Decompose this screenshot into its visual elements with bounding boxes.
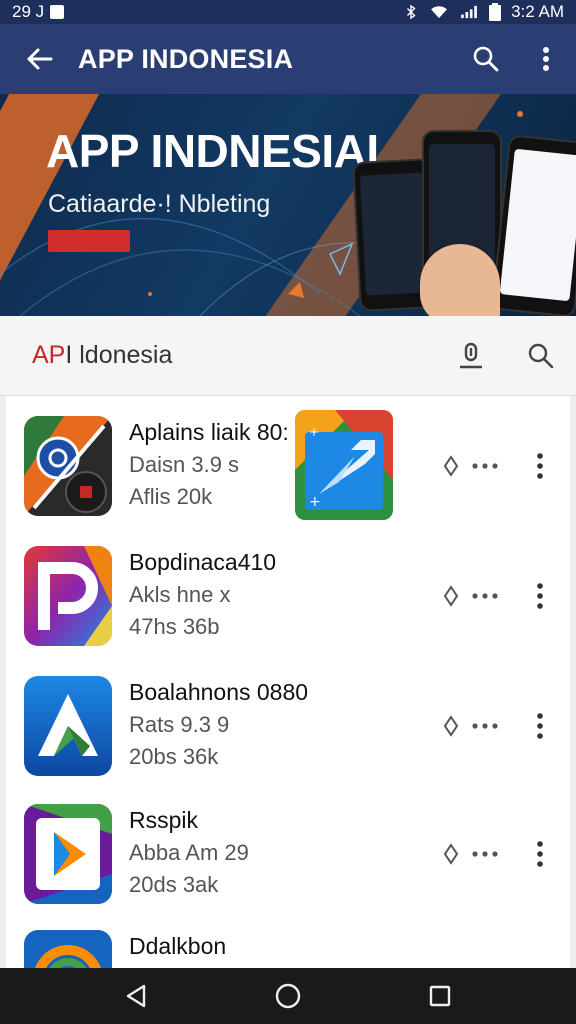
signal-icon [461,5,477,19]
app-downloads: Aflis 20k [129,484,213,509]
status-left-text: 29 J [12,2,45,21]
list-item[interactable]: Bopdinaca410 Akls hne x 47hs 36b [6,526,570,654]
search-icon [528,343,554,368]
wifi-icon [431,6,447,19]
app-name: Rsspik [129,807,199,833]
battery-icon [489,3,502,21]
list-item[interactable]: Rsspik Abba Am 29 20ds 3ak [6,784,570,912]
status-time: 3:2 AM [511,2,564,21]
pin-icon[interactable] [440,843,462,865]
app-icon [24,804,112,904]
app-rating: Rats 9.3 9 [129,712,230,737]
app-name: Aplains liaik 80: [129,419,289,445]
brand-name: I ldonesia [65,341,173,369]
app-downloads: 20ds 3ak [129,872,219,897]
app-icon [24,416,112,516]
more-vert-icon [543,47,549,71]
list-item[interactable]: Ddalkbon [6,910,570,968]
overflow-menu-button[interactable] [516,24,576,94]
app-icon [24,676,112,776]
featured-app-card[interactable]: + + [295,410,393,520]
pin-icon[interactable] [440,715,462,737]
app-rating: Akls hne x [129,582,231,607]
more-horiz-icon[interactable] [470,585,500,607]
app-downloads: 20bs 36k [129,744,219,769]
more-horiz-icon[interactable] [470,455,500,477]
nav-home-button[interactable] [258,968,318,1024]
banner-title: APP INDNESIAI [46,125,379,177]
more-vert-icon[interactable] [520,834,560,874]
search-button[interactable] [456,24,516,94]
more-vert-icon[interactable] [520,446,560,486]
more-horiz-icon[interactable] [470,843,500,865]
list-item[interactable]: Boalahnons 0880 Rats 9.3 9 20bs 36k [6,656,570,784]
svg-text:+: + [309,425,319,439]
pin-icon[interactable] [440,455,462,477]
sub-toolbar: API ldonesia [0,316,576,396]
download-icon [460,342,482,368]
nav-back-button[interactable] [106,968,166,1024]
promo-banner[interactable]: APP INDNESIAI Catiaarde·! Nbleting [0,94,576,316]
brand-prefix: AP [32,341,66,369]
svg-text:+: + [309,494,321,510]
more-horiz-icon[interactable] [470,715,500,737]
app-name: Boalahnons 0880 [129,679,309,705]
banner-cta-button[interactable] [48,230,130,252]
search-button[interactable] [506,316,576,396]
back-arrow-icon [27,48,53,70]
recents-square-icon [429,985,451,1007]
app-rating: Abba Am 29 [129,840,249,865]
back-button[interactable] [0,24,78,94]
app-icon [24,930,112,968]
download-button[interactable] [436,316,506,396]
bluetooth-icon [407,5,416,19]
nav-recents-button[interactable] [410,968,470,1024]
system-nav-bar [0,968,576,1024]
pin-icon[interactable] [440,585,462,607]
list-item[interactable]: Aplains liaik 80: Daisn 3.9 s Aflis 20k … [6,396,570,524]
back-triangle-icon [126,984,146,1008]
hand-illustration [420,244,500,316]
home-circle-icon [275,983,301,1009]
app-bar: APP INDONESIA [0,24,576,94]
app-name: Ddalkbon [129,933,227,959]
app-icon [24,546,112,646]
app-list[interactable]: Aplains liaik 80: Daisn 3.9 s Aflis 20k … [0,396,576,968]
more-vert-icon[interactable] [520,706,560,746]
status-bar: 29 J 3:2 AM [0,0,576,24]
store-brand: API ldonesia [0,341,436,370]
notification-icon [50,5,65,19]
banner-subtitle: Catiaarde·! Nbleting [48,190,271,218]
app-downloads: 47hs 36b [129,614,220,639]
app-rating: Daisn 3.9 s [129,452,240,477]
search-icon [473,46,499,72]
more-vert-icon[interactable] [520,576,560,616]
app-name: Bopdinaca410 [129,549,277,575]
page-title: APP INDONESIA [78,43,294,74]
